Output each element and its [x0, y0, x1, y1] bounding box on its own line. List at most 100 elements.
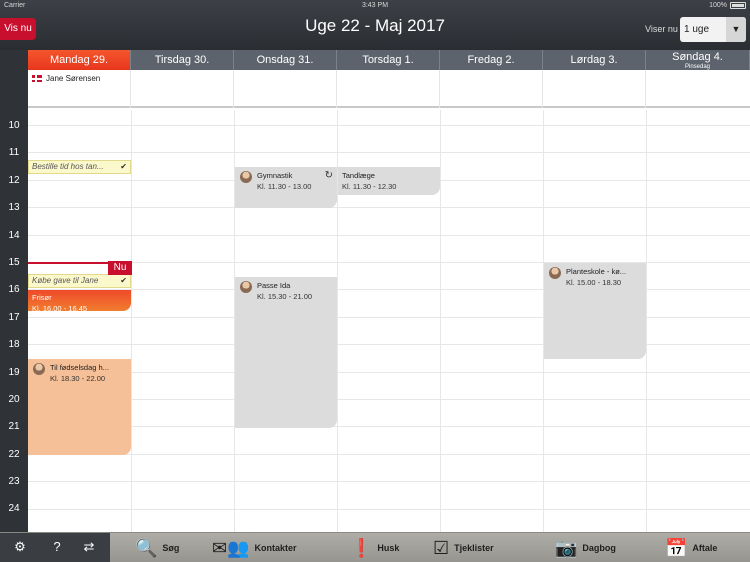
- header-bar: Carrier 3:43 PM 100% Vis nu Uge 22 - Maj…: [0, 0, 750, 50]
- time-grid[interactable]: Bestille tid hos tan... ✔ Købe gave til …: [28, 110, 750, 532]
- day-divider: [131, 110, 132, 532]
- day-header-saturday[interactable]: Lørdag 3.: [543, 50, 646, 70]
- now-badge: Nu: [108, 261, 132, 275]
- all-day-cell[interactable]: [131, 70, 234, 108]
- calendar-appointment-icon: 📅: [665, 538, 688, 558]
- hour-gridline: [28, 454, 750, 455]
- all-day-cell[interactable]: [440, 70, 543, 108]
- hour-gridline: [28, 235, 750, 236]
- event-title: Tandlæge: [342, 171, 375, 180]
- event-time: Kl. 11.30 - 12.30: [342, 182, 397, 191]
- event-block[interactable]: ↻ Gymnastik Kl. 11.30 - 13.00: [235, 167, 337, 208]
- toolbar-label: Tjeklister: [454, 543, 494, 553]
- event-time: Kl. 18.30 - 22.00: [50, 374, 106, 383]
- checklist-icon: ☑: [433, 538, 450, 558]
- avatar: [549, 267, 561, 279]
- task-item[interactable]: Købe gave til Jane ✔: [28, 274, 131, 288]
- all-day-row: [28, 70, 750, 108]
- toolbar-contacts-button[interactable]: ✉👥 Kontakter: [212, 533, 297, 562]
- task-title: Bestille tid hos tan...: [32, 162, 104, 171]
- all-day-cell[interactable]: [234, 70, 337, 108]
- event-time: Kl. 11.30 - 13.00: [257, 182, 312, 191]
- toolbar-utility-group: ⚙ ? ⇄: [0, 533, 110, 562]
- toolbar-label: Kontakter: [254, 543, 297, 553]
- hour-gridline: [28, 426, 750, 427]
- status-bar: Carrier 3:43 PM 100%: [0, 2, 750, 12]
- hour-gridline: [28, 372, 750, 373]
- event-time: Kl. 15.30 - 21.00: [257, 292, 313, 301]
- hour-label: 19: [8, 367, 20, 378]
- hour-label: 21: [8, 421, 20, 432]
- help-icon[interactable]: ?: [48, 538, 66, 556]
- event-block[interactable]: Frisør Kl. 16.00 - 16.45: [28, 290, 131, 313]
- hour-label: 20: [8, 394, 20, 405]
- event-title: Frisør: [32, 293, 52, 302]
- hour-label: 10: [8, 120, 20, 131]
- event-title: Passe Ida: [257, 281, 291, 290]
- toolbar-label: Søg: [162, 543, 180, 553]
- person-name: Jane Sørensen: [46, 74, 101, 83]
- event-time: Kl. 16.00 - 16.45: [32, 304, 88, 313]
- day-header-sunday-label: Søndag 4.: [672, 51, 723, 63]
- hour-gutter: 10 11 12 13 14 15 16 17 18 19 20 21 22 2…: [0, 50, 28, 532]
- day-header-sunday[interactable]: Søndag 4. Pinsedag: [646, 50, 750, 70]
- event-block[interactable]: Til fødselsdag h... Kl. 18.30 - 22.00: [28, 359, 131, 455]
- toolbar-label: Dagbog: [582, 543, 616, 553]
- task-item[interactable]: Bestille tid hos tan... ✔: [28, 160, 131, 174]
- bottom-toolbar: ⚙ ? ⇄ 🔍 Søg ✉👥 Kontakter ❗ Husk ☑ Tjekli…: [0, 532, 750, 562]
- event-block[interactable]: Planteskole - kø... Kl. 15.00 - 18.30: [544, 263, 646, 359]
- hour-label: 18: [8, 339, 20, 350]
- battery-status: 100%: [709, 2, 746, 9]
- event-block[interactable]: Passe Ida Kl. 15.30 - 21.00: [235, 277, 337, 428]
- event-title: Til fødselsdag h...: [50, 363, 109, 372]
- settings-gear-icon[interactable]: ⚙: [11, 538, 29, 556]
- day-header-monday[interactable]: Mandag 29.: [28, 50, 131, 70]
- repeat-icon: ↻: [324, 170, 333, 181]
- avatar: [240, 171, 252, 183]
- toolbar-label: Aftale: [692, 543, 718, 553]
- event-time: Kl. 15.00 - 18.30: [566, 278, 622, 287]
- day-header-wednesday[interactable]: Onsdag 31.: [234, 50, 337, 70]
- view-range-select[interactable]: 1 uge ▼: [680, 17, 746, 42]
- toolbar-checklist-button[interactable]: ☑ Tjeklister: [433, 533, 494, 562]
- hour-label: 14: [8, 230, 20, 241]
- battery-icon: [730, 2, 746, 9]
- clock-label: 3:43 PM: [361, 2, 389, 9]
- hour-label: 16: [8, 284, 20, 295]
- battery-percent: 100%: [709, 2, 727, 9]
- avatar: [240, 281, 252, 293]
- search-icon: 🔍: [135, 538, 158, 558]
- all-day-cell[interactable]: [337, 70, 440, 108]
- hour-label: 17: [8, 312, 20, 323]
- person-entry[interactable]: Jane Sørensen: [32, 74, 100, 83]
- event-title: Planteskole - kø...: [566, 267, 627, 276]
- week-title: Uge 22 - Maj 2017: [305, 16, 445, 35]
- hour-gridline: [28, 509, 750, 510]
- task-title: Købe gave til Jane: [32, 276, 99, 285]
- all-day-cell[interactable]: [543, 70, 646, 108]
- avatar: [33, 363, 45, 375]
- toolbar-appointment-button[interactable]: 📅 Aftale: [665, 533, 717, 562]
- toolbar-label: Husk: [377, 543, 400, 553]
- event-block[interactable]: Tandlæge Kl. 11.30 - 12.30: [338, 167, 440, 195]
- day-header-thursday[interactable]: Torsdag 1.: [337, 50, 440, 70]
- event-title: Gymnastik: [257, 171, 293, 180]
- day-header-tuesday[interactable]: Tirsdag 30.: [131, 50, 234, 70]
- sync-icon[interactable]: ⇄: [80, 538, 98, 556]
- hour-gridline: [28, 481, 750, 482]
- day-divider: [440, 110, 441, 532]
- day-header-friday[interactable]: Fredag 2.: [440, 50, 543, 70]
- hour-label: 23: [8, 476, 20, 487]
- checkmark-icon: ✔: [120, 162, 127, 171]
- reminder-icon: ❗: [350, 538, 373, 558]
- hour-label: 12: [8, 175, 20, 186]
- contacts-icon: ✉👥: [212, 538, 250, 558]
- hour-gridline: [28, 207, 750, 208]
- toolbar-reminder-button[interactable]: ❗ Husk: [350, 533, 399, 562]
- chevron-down-icon: ▼: [726, 17, 746, 42]
- hour-label: 24: [8, 503, 20, 514]
- calendar-app: Carrier 3:43 PM 100% Vis nu Uge 22 - Maj…: [0, 0, 750, 562]
- toolbar-diary-button[interactable]: 📷 Dagbog: [555, 533, 616, 562]
- day-divider: [646, 110, 647, 532]
- toolbar-search-button[interactable]: 🔍 Søg: [135, 533, 179, 562]
